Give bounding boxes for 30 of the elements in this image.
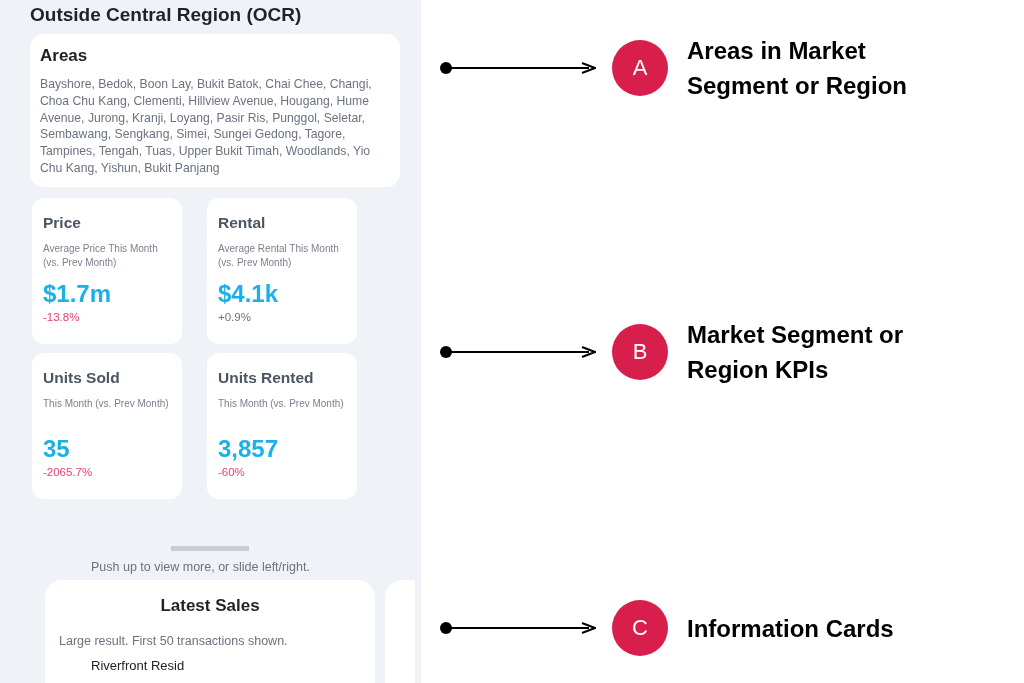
card-note: Large result. First 50 transactions shown. (59, 633, 288, 648)
annotation-label: Areas in Market Segment or Region (687, 36, 909, 101)
region-title: Outside Central Region (OCR) (30, 4, 303, 26)
drag-handle[interactable] (171, 545, 249, 551)
kpi-subtitle: Average Rental This Month (vs. Prev Month) (218, 241, 340, 270)
card-title: Latest Sales (160, 595, 260, 616)
kpi-subtitle: This Month (vs. Prev Month) (43, 396, 169, 411)
swipe-hint: Push up to view more, or slide left/right. (91, 559, 311, 574)
kpi-value: 3,857 (218, 434, 279, 463)
kpi-title: Units Sold (43, 368, 120, 387)
kpi-value: $4.1k (218, 279, 279, 308)
kpi-title: Rental (218, 213, 266, 232)
kpi-subtitle: Average Price This Month (vs. Prev Month) (43, 241, 159, 270)
annotation-marker: A (612, 40, 668, 96)
kpi-change: -2065.7% (43, 465, 93, 478)
kpi-subtitle: This Month (vs. Prev Month) (218, 396, 344, 411)
annotation-marker: C (612, 600, 668, 656)
kpi-title: Units Rented (218, 368, 314, 387)
areas-title: Areas (40, 46, 89, 66)
kpi-title: Price (43, 213, 81, 232)
kpi-change: -60% (218, 465, 245, 478)
project-name: Riverfront Resid (91, 657, 185, 673)
kpi-value: $1.7m (43, 279, 112, 308)
areas-list: Bayshore, Bedok, Boon Lay, Bukit Batok, Chai Chee, Changi, Choa Chu Kang, Clementi, Hillview Avenue, Hougang, Hume Avenue, Jurong, Kranji, Loyang, Pasir Ris, Punggol, Seletar, Sembawang, Sengkang, Simei, Sungei Gedong, Tagore, Tampines, Tengah, Tuas, Upper Bukit Timah, Woodlands, Yio Chu Kang, Yishun, Bukit Panjang (40, 76, 390, 177)
annotation-label: Information Cards (687, 613, 895, 644)
annotation-marker: B (612, 324, 668, 380)
kpi-change: -13.8% (43, 310, 80, 323)
annotation-label: Market Segment or Region KPIs (687, 320, 905, 385)
kpi-change: +0.9% (218, 310, 251, 323)
kpi-value: 35 (43, 434, 70, 463)
